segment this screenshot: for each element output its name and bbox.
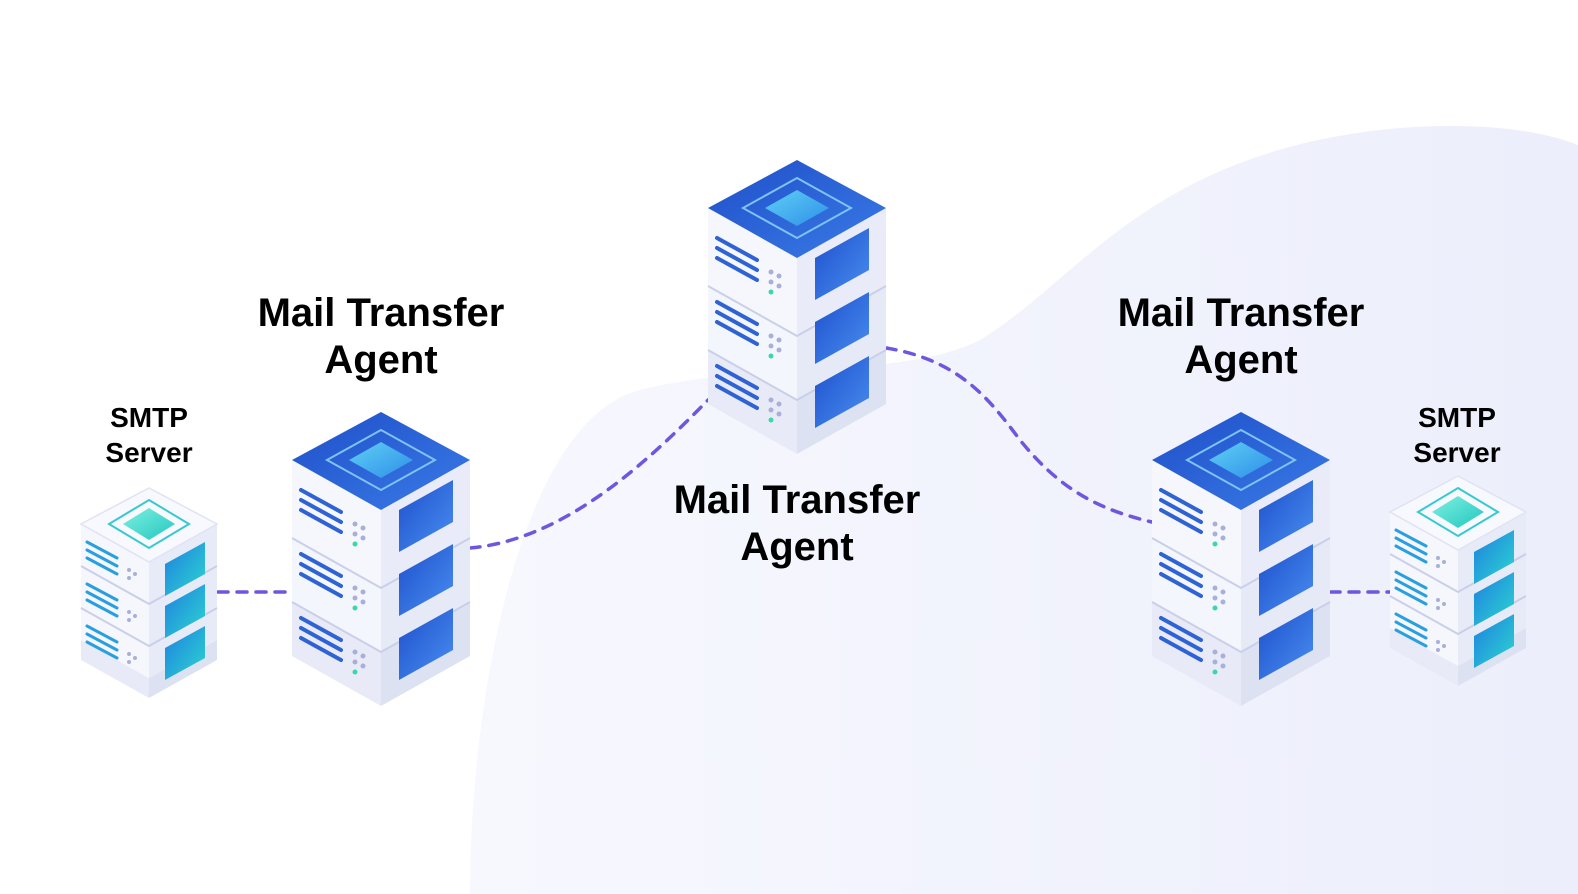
smtp-server-right bbox=[1388, 474, 1528, 688]
label-mta-left: Mail Transfer Agent bbox=[221, 290, 541, 384]
label-line: Agent bbox=[1184, 338, 1298, 383]
label-mta-center: Mail Transfer Agent bbox=[637, 477, 957, 571]
label-line: Agent bbox=[324, 338, 438, 383]
label-line: Mail Transfer bbox=[257, 291, 505, 335]
mta-server-left bbox=[290, 410, 472, 708]
mta-server-right bbox=[1150, 410, 1332, 708]
diagram-canvas bbox=[79, 125, 1578, 894]
label-line: SMTP bbox=[1418, 402, 1496, 433]
label-smtp-server-right: SMTP Server bbox=[1377, 400, 1537, 470]
label-line: Server bbox=[105, 437, 193, 468]
label-line: Mail Transfer bbox=[673, 478, 921, 522]
label-mta-right: Mail Transfer Agent bbox=[1081, 290, 1401, 384]
smtp-server-left bbox=[79, 486, 219, 700]
label-line: Server bbox=[1413, 437, 1501, 468]
label-line: SMTP bbox=[110, 402, 188, 433]
label-line: Agent bbox=[740, 525, 854, 570]
mta-server-center bbox=[706, 158, 888, 456]
label-line: Mail Transfer bbox=[1117, 291, 1365, 335]
label-smtp-server-left: SMTP Server bbox=[69, 400, 229, 470]
